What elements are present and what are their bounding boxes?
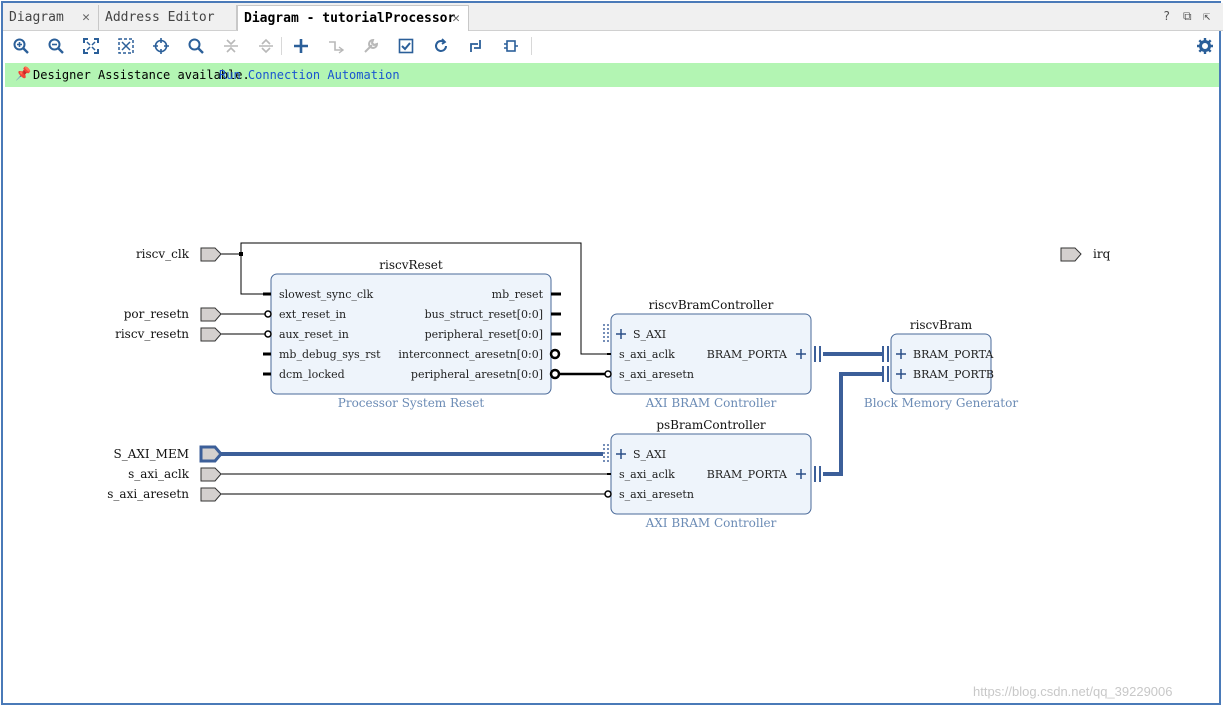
svg-text:psBramController: psBramController xyxy=(656,418,766,432)
svg-text:S_AXI: S_AXI xyxy=(633,328,666,341)
svg-text:S_AXI: S_AXI xyxy=(633,448,666,461)
svg-text:peripheral_reset[0:0]: peripheral_reset[0:0] xyxy=(425,328,543,341)
svg-text:por_resetn: por_resetn xyxy=(124,307,190,321)
block-diagram-canvas[interactable]: .lbl { font-size:11px; fill:#222; } .nam… xyxy=(3,3,1219,617)
block-riscvbramcontroller[interactable]: riscvBramController AXI BRAM Controller … xyxy=(603,298,821,410)
svg-text:riscvBram: riscvBram xyxy=(910,318,973,332)
svg-text:bus_struct_reset[0:0]: bus_struct_reset[0:0] xyxy=(425,308,543,321)
svg-text:slowest_sync_clk: slowest_sync_clk xyxy=(279,288,374,301)
svg-text:S_AXI_MEM: S_AXI_MEM xyxy=(113,447,189,461)
block-riscvbram[interactable]: riscvBram Block Memory Generator BRAM_PO… xyxy=(864,318,1018,410)
svg-text:s_axi_aclk: s_axi_aclk xyxy=(619,348,675,361)
svg-text:ext_reset_in: ext_reset_in xyxy=(279,308,346,321)
svg-text:BRAM_PORTA: BRAM_PORTA xyxy=(707,468,788,481)
watermark: https://blog.csdn.net/qq_39229006 xyxy=(973,684,1173,699)
svg-text:irq: irq xyxy=(1093,247,1111,261)
port-s-axi-mem[interactable]: S_AXI_MEM xyxy=(113,445,223,463)
svg-text:s_axi_aresetn: s_axi_aresetn xyxy=(619,368,694,381)
svg-text:AXI BRAM Controller: AXI BRAM Controller xyxy=(645,516,777,530)
port-s-axi-aresetn[interactable]: s_axi_aresetn xyxy=(107,487,222,502)
block-psbramcontroller[interactable]: psBramController AXI BRAM Controller S_A… xyxy=(603,418,821,530)
port-por-resetn[interactable]: por_resetn xyxy=(124,307,222,322)
svg-text:Block Memory Generator: Block Memory Generator xyxy=(864,396,1018,410)
svg-text:BRAM_PORTA: BRAM_PORTA xyxy=(707,348,788,361)
svg-text:Processor System Reset: Processor System Reset xyxy=(338,396,485,410)
svg-text:mb_debug_sys_rst: mb_debug_sys_rst xyxy=(279,348,381,361)
svg-text:peripheral_aresetn[0:0]: peripheral_aresetn[0:0] xyxy=(411,368,543,381)
port-s-axi-aclk[interactable]: s_axi_aclk xyxy=(128,467,222,482)
svg-text:BRAM_PORTB: BRAM_PORTB xyxy=(913,368,994,381)
block-design-window: Diagram ✕ Address Editor Diagram - tutor… xyxy=(1,1,1223,705)
port-irq[interactable]: irq xyxy=(1060,247,1111,262)
svg-text:riscvBramController: riscvBramController xyxy=(649,298,774,312)
svg-text:dcm_locked: dcm_locked xyxy=(279,368,345,381)
svg-text:interconnect_aresetn[0:0]: interconnect_aresetn[0:0] xyxy=(398,348,543,361)
svg-text:s_axi_aclk: s_axi_aclk xyxy=(128,467,190,481)
port-riscv-clk[interactable]: riscv_clk xyxy=(136,247,222,262)
port-riscv-resetn[interactable]: riscv_resetn xyxy=(115,327,222,342)
svg-text:s_axi_aresetn: s_axi_aresetn xyxy=(619,488,694,501)
svg-text:riscv_clk: riscv_clk xyxy=(136,247,190,261)
svg-text:BRAM_PORTA: BRAM_PORTA xyxy=(913,348,994,361)
svg-text:AXI BRAM Controller: AXI BRAM Controller xyxy=(645,396,777,410)
svg-text:s_axi_aresetn: s_axi_aresetn xyxy=(107,487,189,501)
svg-text:mb_reset: mb_reset xyxy=(492,288,544,301)
svg-text:aux_reset_in: aux_reset_in xyxy=(279,328,349,341)
svg-text:s_axi_aclk: s_axi_aclk xyxy=(619,468,675,481)
block-riscvreset[interactable]: riscvReset Processor System Reset slowes… xyxy=(263,258,561,410)
svg-text:riscvReset: riscvReset xyxy=(379,258,443,272)
svg-text:riscv_resetn: riscv_resetn xyxy=(115,327,189,341)
